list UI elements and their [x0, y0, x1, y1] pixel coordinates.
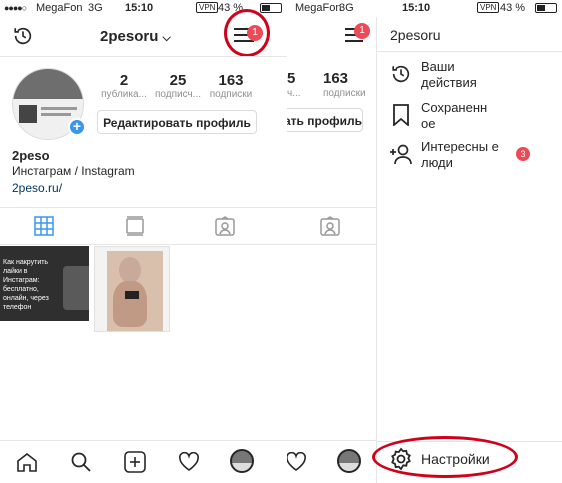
following-label: подписки — [209, 89, 253, 100]
battery-icon — [260, 2, 282, 14]
vpn-indicator: VPN — [477, 2, 500, 13]
heart-icon[interactable] — [287, 452, 307, 472]
profile-tab-avatar[interactable] — [337, 449, 361, 473]
tagged-photos-icon[interactable] — [215, 216, 235, 236]
feed-view-icon[interactable] — [126, 216, 144, 236]
history-icon[interactable] — [12, 25, 34, 47]
highlight-ellipse — [372, 436, 518, 478]
grid-view-icon[interactable] — [34, 216, 54, 236]
post-thumbnail[interactable]: Как накрутить лайки в Инстаграм: бесплат… — [0, 246, 89, 321]
following-count: 163 — [218, 72, 244, 89]
followers-label: подписч... — [154, 89, 202, 100]
home-icon[interactable] — [16, 452, 38, 472]
bookmark-icon — [392, 104, 410, 126]
followers-count: 5 — [287, 70, 296, 87]
add-person-icon — [389, 143, 413, 165]
add-story-icon[interactable]: + — [68, 118, 86, 136]
menu-item-saved[interactable]: Сохраненн ое — [377, 100, 562, 136]
tagged-photos-icon[interactable] — [320, 216, 340, 236]
heart-icon[interactable] — [178, 452, 200, 472]
followers-count: 25 — [169, 72, 187, 89]
new-post-icon[interactable] — [124, 451, 146, 473]
menu-item-discover-people[interactable]: Интересны е люди 3 — [377, 139, 562, 175]
following-stat[interactable]: 163 подписки — [203, 72, 259, 100]
search-icon[interactable] — [71, 452, 91, 472]
profile-link[interactable]: 2peso.ru/ — [12, 181, 62, 195]
following-label: подписки — [323, 88, 366, 99]
highlight-circle — [224, 9, 270, 57]
following-count: 163 — [323, 70, 349, 87]
discover-people-badge: 3 — [516, 147, 530, 161]
profile-bio: Инстаграм / Instagram — [12, 164, 135, 178]
menu-item-your-activity[interactable]: Ваши действия — [377, 59, 562, 95]
followers-stat[interactable]: 25 подписч... — [150, 72, 206, 100]
drawer-username: 2pesoru — [390, 27, 441, 43]
network-type: 3G — [339, 2, 354, 14]
menu-item-label: Интересны е люди — [421, 139, 499, 170]
menu-item-label: Сохраненн ое — [421, 100, 488, 131]
posts-count: 2 — [119, 72, 129, 89]
edit-profile-button[interactable]: Редактировать профиль — [97, 110, 257, 134]
posts-label: публика... — [101, 89, 147, 100]
carrier: MegaFon — [36, 2, 83, 14]
battery-icon — [535, 2, 557, 14]
posts-stat[interactable]: 2 публика... — [96, 72, 152, 100]
vpn-indicator: VPN — [196, 2, 219, 13]
menu-item-label: Ваши действия — [421, 59, 477, 90]
drawer-screen: 5 163 ч... подписки ать профиль MegaFon … — [287, 0, 562, 483]
side-drawer: 2pesoru Ваши действия Сохраненн ое Интер… — [372, 17, 562, 483]
battery-percent: 43 % — [500, 2, 526, 14]
background-profile-panel: 5 163 ч... подписки ать профиль — [287, 0, 377, 483]
clock: 15:10 — [125, 2, 154, 14]
username-text: 2pesoru — [100, 28, 159, 45]
clock: 15:10 — [402, 2, 431, 14]
edit-profile-button[interactable]: ать профиль — [287, 108, 363, 132]
profile-screen: ●●●●○ MegaFon 3G 15:10 VPN 43 % 2pesoru … — [0, 0, 287, 483]
network-type: 3G — [88, 2, 103, 14]
signal-icon: ●●●●○ — [4, 3, 27, 13]
menu-notification-badge: 1 — [354, 23, 370, 39]
post-thumbnail[interactable] — [94, 246, 170, 332]
status-bar: MegaFon 3G 15:10 VPN 43 % — [287, 0, 562, 17]
profile-name: 2peso — [12, 148, 50, 163]
profile-username-header[interactable]: 2pesoru ⌵ — [100, 28, 171, 45]
post-caption: Как накрутить лайки в Инстаграм: бесплат… — [3, 259, 49, 311]
followers-label: ч... — [287, 88, 301, 99]
carrier: MegaFon — [295, 2, 342, 14]
chevron-down-icon: ⌵ — [162, 32, 171, 44]
profile-tab-avatar[interactable] — [230, 449, 254, 473]
activity-history-icon — [390, 63, 412, 85]
